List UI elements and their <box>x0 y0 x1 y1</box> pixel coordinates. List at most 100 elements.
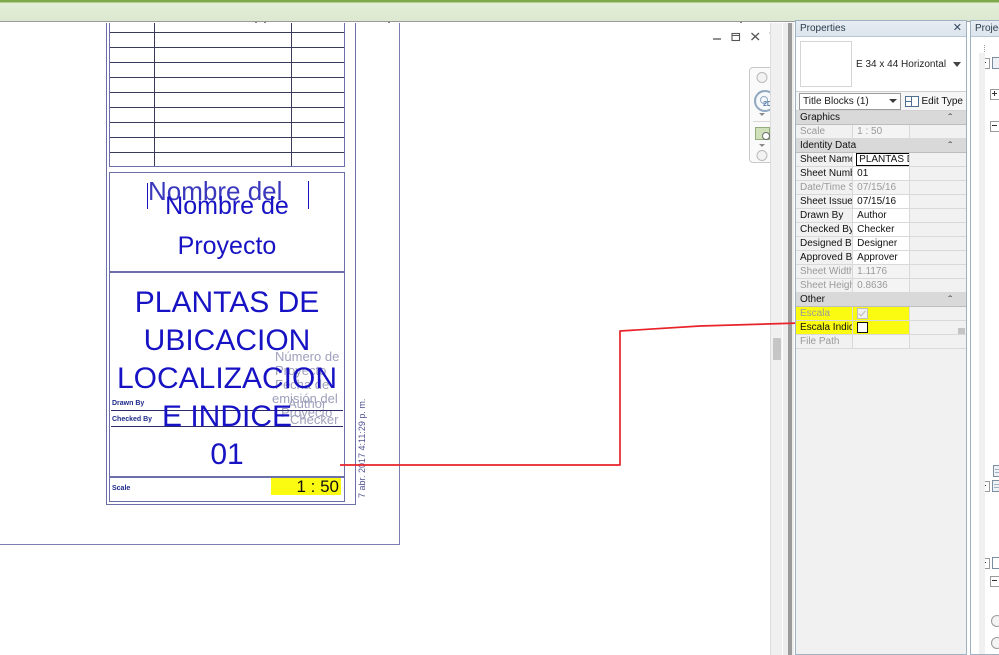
property-row[interactable]: Sheet Issue Date 07/15/16 <box>796 194 966 209</box>
nav-pin-top-icon[interactable] <box>756 72 768 83</box>
sheet-title-line-4: E INDICE <box>161 400 293 433</box>
property-name: Sheet Number <box>796 166 853 181</box>
checkbox-icon[interactable] <box>857 321 869 333</box>
active-edit-cell[interactable]: PLANTAS DE UE <box>856 153 910 166</box>
close-icon[interactable]: ✕ <box>953 22 962 35</box>
zoom-region-icon[interactable] <box>755 127 770 140</box>
property-name: Escala Indicada <box>796 320 853 335</box>
property-value[interactable] <box>852 320 910 335</box>
property-row[interactable]: Sheet Name PLANTAS DE UE <box>796 152 966 167</box>
property-value[interactable]: 07/15/16 <box>852 194 910 209</box>
checkbox-icon <box>857 307 869 319</box>
revision-row <box>110 62 344 63</box>
close-icon[interactable] <box>750 29 761 41</box>
category-combobox[interactable]: Title Blocks (1) <box>799 92 902 110</box>
chevron-down-icon[interactable] <box>953 61 961 67</box>
property-value[interactable]: Checker <box>852 222 910 237</box>
property-row[interactable]: Designed By Designer <box>796 236 966 251</box>
collapse-chevron-icon[interactable]: ⌃ <box>946 112 954 121</box>
group-label: Other ⌃ <box>796 292 966 307</box>
property-name: Escala <box>796 306 853 321</box>
tree-expander-icon[interactable] <box>990 89 999 100</box>
property-gutter <box>908 194 966 209</box>
type-selector[interactable]: E 34 x 44 Horizontal <box>796 37 966 92</box>
tree-node[interactable] <box>990 89 999 100</box>
property-name: Sheet Width <box>796 264 853 279</box>
property-value[interactable]: 1 : 50 <box>852 124 910 139</box>
steering-wheel-caret-icon[interactable] <box>759 113 765 116</box>
property-value[interactable]: Author <box>852 208 910 223</box>
property-row[interactable]: Drawn By Author <box>796 208 966 223</box>
property-value: 07/15/16 <box>852 180 910 195</box>
property-row[interactable]: File Path <box>796 334 966 349</box>
revision-row <box>110 107 344 108</box>
property-gutter <box>908 124 966 139</box>
tree-expander-icon[interactable] <box>990 576 999 587</box>
property-value[interactable]: 01 <box>852 166 910 181</box>
property-gutter <box>908 152 966 167</box>
tree-node[interactable] <box>990 576 999 587</box>
sheets-icon <box>992 557 999 569</box>
property-gutter <box>908 180 966 195</box>
property-row[interactable]: Sheet Height 0.8636 <box>796 278 966 293</box>
canvas-vertical-scrollbar[interactable] <box>770 23 782 655</box>
category-row[interactable]: Title Blocks (1) Edit Type <box>796 92 966 111</box>
property-row[interactable]: Sheet Width 1.1176 <box>796 264 966 279</box>
sheet-date-stamp: 7 abr. 2017 4:11:29 p. m. <box>357 398 367 498</box>
project-browser-panel[interactable]: Project <box>970 20 999 655</box>
property-value[interactable]: Approver <box>852 250 910 265</box>
property-value <box>852 334 910 349</box>
property-value[interactable]: PLANTAS DE UE <box>852 152 910 167</box>
edit-type-icon <box>905 95 920 107</box>
tree-node[interactable] <box>991 637 999 649</box>
sheet-number-display: 01 <box>210 438 244 471</box>
property-row[interactable]: Scale 1 : 50 <box>796 124 966 139</box>
canvas-scroll-thumb[interactable] <box>773 338 781 360</box>
collapse-chevron-icon[interactable]: ⌃ <box>946 294 954 303</box>
properties-table: Graphics ⌃ Scale 1 : 50 Identity Data ⌃ Sh… <box>796 111 966 349</box>
restore-icon[interactable] <box>731 29 742 42</box>
canvas-window-controls[interactable]: ^ <box>712 29 774 42</box>
tree-expander-icon[interactable] <box>990 121 999 132</box>
collapse-chevron-icon[interactable]: ⌃ <box>946 140 954 149</box>
minimize-icon[interactable] <box>712 29 723 40</box>
edit-type-button[interactable]: Edit Type <box>905 95 963 107</box>
property-name: Sheet Issue Date <box>796 194 853 209</box>
project-browser-scrollbar[interactable] <box>979 53 985 654</box>
properties-palette[interactable]: Properties ✕ E 34 x 44 Horizontal Title … <box>795 20 967 655</box>
drawing-canvas[interactable]: Nombre del Nombre de Proyecto Número de … <box>0 23 782 655</box>
property-row[interactable]: Sheet Number 01 <box>796 166 966 181</box>
category-label: Title Blocks (1) <box>803 95 869 107</box>
zoom-caret-icon[interactable] <box>759 144 765 147</box>
properties-title-label: Properties <box>800 23 846 34</box>
property-gutter <box>908 334 966 349</box>
property-gutter <box>908 306 966 321</box>
panel-splitter-grip[interactable] <box>788 23 792 655</box>
nav-pin-bottom-icon[interactable] <box>756 150 768 161</box>
property-name: Sheet Height <box>796 278 853 293</box>
property-row[interactable]: Escala Indicada <box>796 320 966 335</box>
property-gutter <box>908 264 966 279</box>
property-group-header[interactable]: Graphics ⌃ <box>796 111 966 125</box>
property-gutter <box>908 250 966 265</box>
property-row[interactable]: Escala <box>796 306 966 321</box>
tree-node[interactable] <box>991 615 999 627</box>
properties-title-bar: Properties ✕ <box>796 21 966 37</box>
property-value[interactable]: Designer <box>852 236 910 251</box>
revision-row <box>110 137 344 138</box>
sheet-title-line-3: LOCALIZACION <box>116 362 338 395</box>
property-group-header[interactable]: Other ⌃ <box>796 292 966 307</box>
property-group-header[interactable]: Identity Data ⌃ <box>796 138 966 153</box>
project-browser-tree[interactable] <box>971 37 999 654</box>
revision-schedule-grid <box>109 23 345 167</box>
property-row[interactable]: Date/Time Stamp 07/15/16 <box>796 180 966 195</box>
property-row[interactable]: Approved By Approver <box>796 250 966 265</box>
nav-separator <box>753 121 771 122</box>
tree-node[interactable] <box>990 121 999 132</box>
tree-node[interactable] <box>993 465 999 477</box>
property-row[interactable]: Checked By Checker <box>796 222 966 237</box>
properties-scroll-thumb[interactable] <box>958 327 965 334</box>
type-name-dropdown[interactable]: E 34 x 44 Horizontal <box>856 37 966 91</box>
property-name: File Path <box>796 334 853 349</box>
chevron-down-icon[interactable] <box>889 99 898 103</box>
